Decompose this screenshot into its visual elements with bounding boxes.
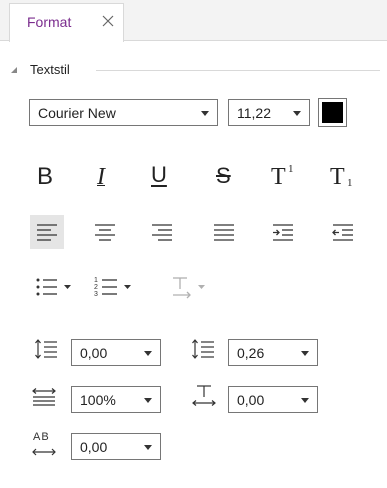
subscript-icon: T <box>330 164 345 190</box>
collapse-arrow-icon[interactable] <box>10 66 18 74</box>
close-icon[interactable] <box>101 14 115 28</box>
bold-button[interactable]: B <box>30 160 64 194</box>
align-right-icon <box>152 224 172 241</box>
spacing-before-dropdown[interactable]: 0,00 <box>71 339 161 366</box>
character-spacing-icon: AB <box>31 431 57 461</box>
align-center-icon <box>95 224 115 241</box>
chevron-down-icon <box>144 351 152 356</box>
bold-icon: B <box>37 163 54 190</box>
align-left-icon <box>37 224 57 241</box>
character-spacing-value: 0,00 <box>80 439 108 455</box>
chevron-down-icon <box>301 398 309 403</box>
chevron-down-icon <box>301 351 309 356</box>
character-spacing-label: AB <box>33 431 50 443</box>
strikethrough-icon: S <box>216 163 231 188</box>
superscript-icon: T <box>271 164 286 190</box>
underline-button[interactable]: U <box>143 160 177 194</box>
strikethrough-button[interactable]: S <box>208 160 242 194</box>
svg-text:2: 2 <box>94 284 98 291</box>
subscript-button[interactable]: T 1 <box>326 160 360 194</box>
decrease-indent-button[interactable] <box>326 215 360 249</box>
line-spacing-after-icon <box>192 339 214 359</box>
align-center-button[interactable] <box>88 215 122 249</box>
character-scale-value: 100% <box>80 392 116 408</box>
align-left-button[interactable] <box>30 215 64 249</box>
bullet-list-icon <box>36 278 71 296</box>
italic-icon: I <box>97 164 105 190</box>
text-direction-dropdown[interactable] <box>166 270 212 304</box>
tab-format[interactable]: Format <box>9 3 124 42</box>
align-justify-button[interactable] <box>207 215 241 249</box>
spacing-arrows-icon <box>32 448 56 456</box>
increase-indent-button[interactable] <box>266 215 300 249</box>
align-right-button[interactable] <box>145 215 179 249</box>
chevron-down-icon <box>144 445 152 450</box>
increase-indent-icon <box>273 224 293 241</box>
chevron-down-icon <box>144 398 152 403</box>
panel-tab-bar: Format <box>0 0 387 42</box>
spacing-before-value: 0,00 <box>80 345 108 361</box>
section-header-textstil[interactable]: Textstil <box>10 60 380 80</box>
baseline-shift-value: 0,00 <box>237 392 265 408</box>
spacing-after-value: 0,26 <box>237 345 265 361</box>
underline-icon: U <box>151 162 167 187</box>
numbered-list-dropdown[interactable]: 123 <box>90 270 136 304</box>
tab-format-label: Format <box>27 14 72 30</box>
decrease-indent-icon <box>332 224 353 241</box>
superscript-button[interactable]: T 1 <box>266 160 300 194</box>
superscript-mark: 1 <box>288 163 294 175</box>
character-spacing-dropdown[interactable]: 0,00 <box>71 433 161 460</box>
font-family-dropdown[interactable]: Courier New <box>29 99 218 126</box>
baseline-shift-icon <box>192 385 216 406</box>
subscript-mark: 1 <box>347 177 353 189</box>
font-family-value: Courier New <box>38 105 116 121</box>
chevron-down-icon <box>293 111 301 116</box>
baseline-shift-dropdown[interactable]: 0,00 <box>228 386 318 413</box>
chevron-down-icon <box>201 111 209 116</box>
svg-text:3: 3 <box>94 291 98 298</box>
svg-text:1: 1 <box>94 277 98 284</box>
bullet-list-dropdown[interactable] <box>30 270 76 304</box>
character-scale-icon <box>32 388 56 406</box>
text-direction-icon <box>173 277 205 299</box>
italic-button[interactable]: I <box>88 160 122 194</box>
section-divider <box>96 70 380 71</box>
font-size-dropdown[interactable]: 11,22 <box>228 99 310 126</box>
font-size-value: 11,22 <box>237 105 271 121</box>
numbered-list-icon: 123 <box>94 277 131 298</box>
character-scale-dropdown[interactable]: 100% <box>71 386 161 413</box>
font-color-swatch <box>322 102 343 123</box>
font-color-button[interactable] <box>318 98 347 127</box>
align-justify-icon <box>214 224 234 241</box>
line-spacing-before-icon <box>35 339 57 359</box>
section-title: Textstil <box>30 62 70 77</box>
spacing-after-dropdown[interactable]: 0,26 <box>228 339 318 366</box>
